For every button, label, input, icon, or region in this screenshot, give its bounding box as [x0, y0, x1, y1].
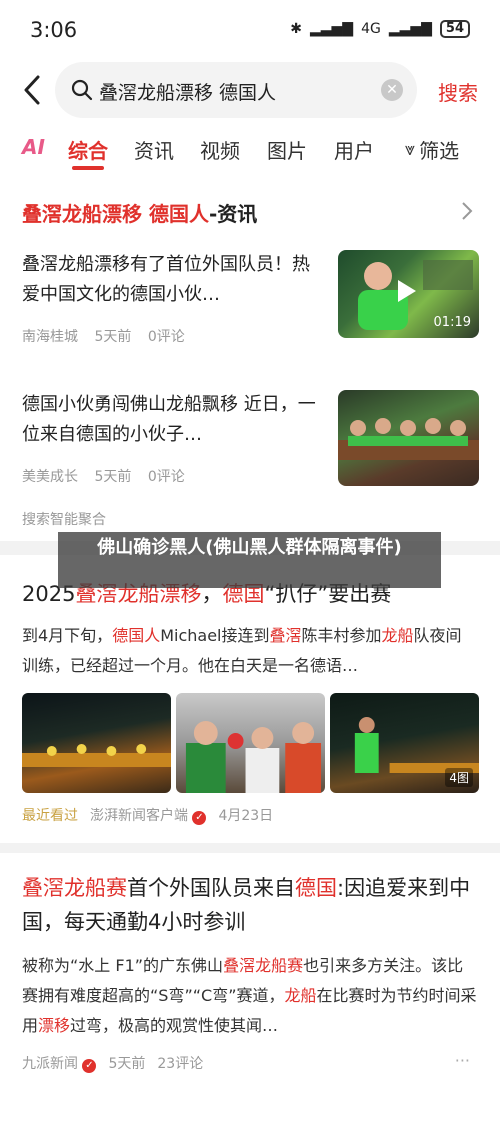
article-image[interactable]: 4图 [330, 693, 479, 793]
smart-aggregation-label: 搜索智能聚合 [22, 512, 106, 528]
tab-bar: AI 综合 资讯 视频 图片 用户 ⩔ 筛选 [0, 120, 500, 178]
article-image[interactable] [176, 693, 325, 793]
article-source-name: 九派新闻 [22, 1056, 78, 1072]
article-card[interactable]: 2025叠滘龙船漂移，德国“扒仔”要出赛 到4月下旬，德国人Michael接连到… [0, 555, 500, 843]
clear-icon[interactable]: ✕ [381, 79, 403, 101]
news-item-meta: 南海桂城 5天前 0评论 [22, 326, 197, 346]
search-query[interactable]: 叠滘龙船漂移 德国人 [99, 78, 276, 105]
filter-icon: ⩔ [405, 139, 416, 160]
news-item-title[interactable]: 叠滘龙船漂移有了首位外国队员！热爱中国文化的德国小伙… [22, 250, 324, 310]
title-highlight: 德国 [295, 876, 337, 900]
verified-icon: ✓ [192, 811, 207, 825]
tab-news[interactable]: 资讯 [134, 135, 174, 164]
article-meta: 九派新闻 ✓ 5天前 23评论 [22, 1053, 203, 1073]
article-title[interactable]: 叠滘龙船赛首个外国队员来自德国:因追爱来到中国，每天通勤4小时参训 [22, 871, 482, 939]
search-icon [71, 79, 93, 101]
news-time: 5天前 [94, 329, 132, 345]
summary-part: 陈丰村参加 [301, 626, 382, 645]
thumbnail-art [338, 418, 479, 460]
tab-users[interactable]: 用户 [334, 135, 374, 164]
tab-video[interactable]: 视频 [200, 135, 240, 164]
image-count-badge: 4图 [445, 768, 473, 787]
next-card-edge [0, 1119, 500, 1128]
summary-highlight: 德国人 [112, 626, 161, 645]
more-options-icon[interactable]: ··· [455, 1051, 470, 1070]
bluetooth-icon: ✱ [290, 21, 302, 37]
article-source: 澎湃新闻客户端 ✓ [90, 805, 207, 825]
section-title-suffix: -资讯 [208, 202, 258, 226]
summary-highlight: 叠滘 [269, 626, 302, 645]
section-title-highlight: 叠滘龙船漂移 德国人 [22, 202, 209, 226]
article-time: 5天前 [108, 1056, 146, 1072]
article-image[interactable] [22, 693, 171, 793]
article-meta: 最近看过 澎湃新闻客户端 ✓ 4月23日 [22, 805, 273, 825]
article-date: 4月23日 [218, 808, 274, 824]
search-input[interactable]: 叠滘龙船漂移 德国人 ✕ [55, 62, 417, 118]
news-item-meta: 美美成长 5天前 0评论 [22, 466, 197, 486]
summary-part: 过弯，极高的观赏性使其闻… [70, 1016, 279, 1035]
news-source: 美美成长 [22, 469, 78, 485]
active-tab-indicator [72, 166, 104, 170]
news-comments: 0评论 [147, 329, 185, 345]
summary-highlight: 龙船 [284, 986, 317, 1005]
network-type: 4G [361, 21, 381, 37]
image-art [22, 744, 171, 767]
article-card[interactable]: 叠滘龙船赛首个外国队员来自德国:因追爱来到中国，每天通勤4小时参训 被称为“水上… [0, 853, 500, 1119]
status-icons: ✱ ▂▃▅▇ 4G ▂▃▅▇ 54 [290, 20, 470, 38]
tab-images[interactable]: 图片 [267, 135, 307, 164]
summary-part: Michael接连到 [160, 626, 270, 645]
signal-icon: ▂▃▅▇ [309, 21, 354, 37]
title-part: 首个外国队员来自 [127, 876, 295, 900]
tab-ai[interactable]: AI [22, 135, 45, 159]
tab-all[interactable]: 综合 [68, 135, 108, 164]
news-time: 5天前 [94, 469, 132, 485]
article-comments: 23评论 [157, 1056, 204, 1072]
verified-icon: ✓ [82, 1059, 97, 1073]
summary-part: 被称为“水上 F1”的广东佛山 [22, 956, 224, 975]
wifi-signal-icon: ▂▃▅▇ [388, 21, 432, 37]
news-thumbnail[interactable] [338, 390, 479, 486]
search-button[interactable]: 搜索 [438, 77, 478, 106]
back-arrow-icon[interactable] [18, 72, 48, 108]
article-summary[interactable]: 到4月下旬，德国人Michael接连到叠滘陈丰村参加龙船队夜间训练，已经超过一个… [22, 621, 477, 681]
summary-part: 到4月下旬， [22, 626, 113, 645]
article-summary[interactable]: 被称为“水上 F1”的广东佛山叠滘龙船赛也引来多方关注。该比赛拥有难度超高的“S… [22, 951, 477, 1041]
status-bar: 3:06 ✱ ▂▃▅▇ 4G ▂▃▅▇ 54 [0, 0, 500, 60]
search-header: 叠滘龙船漂移 德国人 ✕ 搜索 [0, 60, 500, 120]
article-source: 九派新闻 ✓ [22, 1053, 97, 1073]
news-item-title[interactable]: 德国小伙勇闯佛山龙船飘移 近日，一位来自德国的小伙子… [22, 390, 324, 450]
article-source-name: 澎湃新闻客户端 [90, 808, 188, 824]
article-image-row: 4图 [22, 693, 479, 793]
section-title[interactable]: 叠滘龙船漂移 德国人-资讯 [22, 198, 257, 227]
news-comments: 0评论 [147, 469, 185, 485]
battery-icon: 54 [439, 20, 470, 38]
summary-highlight: 漂移 [38, 1016, 71, 1035]
title-highlight: 叠滘龙船赛 [22, 876, 127, 900]
play-icon [398, 280, 416, 302]
image-art [185, 721, 322, 793]
news-source: 南海桂城 [22, 329, 78, 345]
summary-highlight: 龙船 [381, 626, 414, 645]
summary-highlight: 叠滘龙船赛 [223, 956, 304, 975]
clock: 3:06 [30, 18, 78, 42]
video-duration: 01:19 [433, 315, 471, 330]
chevron-right-icon[interactable] [460, 200, 474, 222]
recently-viewed-tag: 最近看过 [22, 808, 78, 824]
tab-filter-label: 筛选 [419, 139, 460, 163]
news-section: 叠滘龙船漂移 德国人-资讯 叠滘龙船漂移有了首位外国队员！热爱中国文化的德国小伙… [0, 178, 500, 541]
overlay-banner[interactable]: 佛山确诊黑人(佛山黑人群体隔离事件) [58, 532, 441, 588]
video-thumbnail[interactable]: 01:19 [338, 250, 479, 338]
tab-filter[interactable]: ⩔ 筛选 [405, 135, 459, 164]
